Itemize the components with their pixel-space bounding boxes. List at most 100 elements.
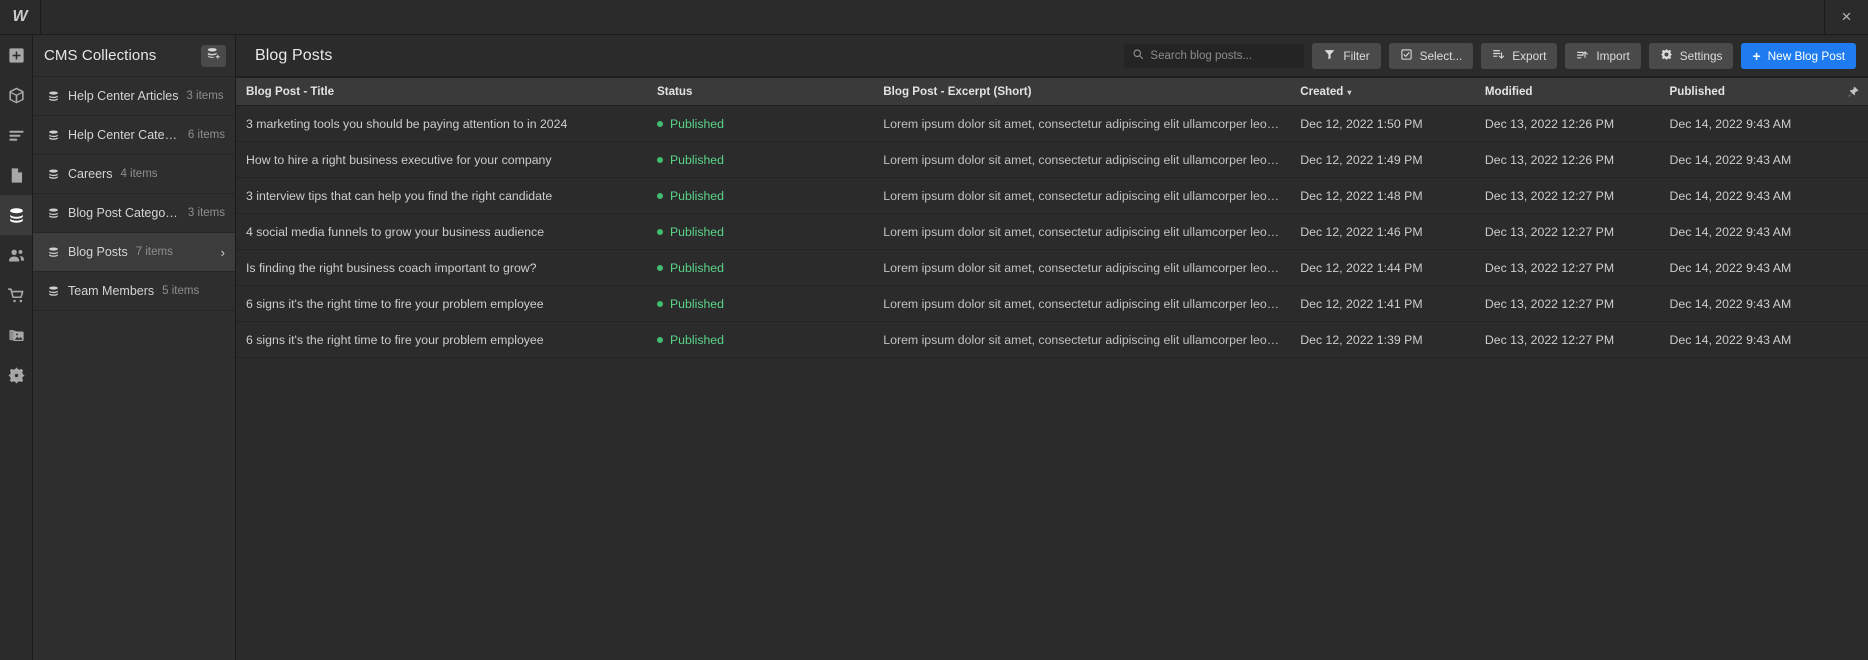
cell-excerpt: Lorem ipsum dolor sit amet, consectetur … <box>873 285 1291 322</box>
collection-item-team-members[interactable]: Team Members 5 items <box>33 272 235 311</box>
column-header-published[interactable]: Published <box>1659 77 1868 106</box>
collections-header: CMS Collections <box>33 35 235 77</box>
collection-item-label: Help Center Articles <box>68 89 179 103</box>
cell-title[interactable]: 4 social media funnels to grow your busi… <box>236 213 647 250</box>
collection-item-careers[interactable]: Careers 4 items <box>33 155 235 194</box>
cube-icon <box>7 86 26 105</box>
close-icon[interactable]: × <box>1824 0 1868 34</box>
rail-item-navigator[interactable] <box>0 115 32 155</box>
add-collection-button[interactable] <box>201 44 226 67</box>
rail-item-users[interactable] <box>0 235 32 275</box>
search-placeholder: Search blog posts... <box>1150 49 1253 62</box>
collection-item-blog-posts[interactable]: Blog Posts 7 items › <box>33 233 235 272</box>
table-row[interactable]: 6 signs it's the right time to fire your… <box>236 321 1868 358</box>
database-icon <box>47 168 60 181</box>
rail-item-pages[interactable] <box>0 155 32 195</box>
new-blog-post-button[interactable]: + New Blog Post <box>1741 42 1856 69</box>
cell-title[interactable]: 6 signs it's the right time to fire your… <box>236 321 647 358</box>
cell-published: Dec 14, 2022 9:43 AM <box>1659 285 1868 322</box>
cell-title[interactable]: 6 signs it's the right time to fire your… <box>236 285 647 322</box>
cell-created: Dec 12, 2022 1:48 PM <box>1290 177 1475 214</box>
collection-item-label: Blog Posts <box>68 245 128 259</box>
database-plus-icon <box>206 46 221 66</box>
cell-modified: Dec 13, 2022 12:27 PM <box>1474 249 1660 286</box>
collection-item-label: Careers <box>68 167 113 181</box>
content-toolbar: Blog Posts Search blog posts... Filter S… <box>236 35 1868 77</box>
rail-item-settings[interactable] <box>0 355 32 395</box>
column-header-created[interactable]: Created ▾ <box>1290 77 1475 106</box>
page-title: Blog Posts <box>255 46 333 64</box>
rail-item-components[interactable] <box>0 75 32 115</box>
collection-item-label: Help Center Categor... <box>68 128 180 142</box>
settings-button[interactable]: Settings <box>1648 42 1734 69</box>
collection-item-help-center-articles[interactable]: Help Center Articles 3 items <box>33 77 235 116</box>
table-row[interactable]: How to hire a right business executive f… <box>236 141 1868 178</box>
app-window: W × CMS Collections Help Center Articles… <box>0 0 1868 660</box>
cell-excerpt: Lorem ipsum dolor sit amet, consectetur … <box>873 213 1291 250</box>
table-empty-area <box>236 358 1868 660</box>
new-blog-post-label: New Blog Post <box>1767 48 1845 63</box>
checkbox-icon <box>1400 48 1413 64</box>
table-body: 3 marketing tools you should be paying a… <box>236 105 1868 358</box>
table-row[interactable]: Is finding the right business coach impo… <box>236 249 1868 286</box>
cell-excerpt: Lorem ipsum dolor sit amet, consectetur … <box>873 321 1291 358</box>
database-icon <box>47 90 60 103</box>
search-icon <box>1132 48 1144 63</box>
cell-status: Published <box>646 105 874 142</box>
select-button[interactable]: Select... <box>1388 42 1474 69</box>
cell-title[interactable]: 3 marketing tools you should be paying a… <box>236 105 647 142</box>
images-icon <box>7 326 26 345</box>
table-row[interactable]: 6 signs it's the right time to fire your… <box>236 285 1868 322</box>
collections-list: Help Center Articles 3 items Help Center C… <box>33 77 235 660</box>
column-header-status[interactable]: Status <box>646 77 874 106</box>
column-header-blog-post-excerpt-short[interactable]: Blog Post - Excerpt (Short) <box>873 77 1291 106</box>
filter-button[interactable]: Filter <box>1312 42 1381 69</box>
collection-item-count: 4 items <box>120 168 158 180</box>
cell-modified: Dec 13, 2022 12:26 PM <box>1474 141 1660 178</box>
import-button-label: Import <box>1596 48 1630 63</box>
status-label: Published <box>669 296 724 311</box>
collection-item-help-center-categor[interactable]: Help Center Categor... 6 items <box>33 116 235 155</box>
cell-modified: Dec 13, 2022 12:27 PM <box>1474 177 1660 214</box>
webflow-logo: W <box>0 0 40 34</box>
database-icon <box>47 246 60 259</box>
database-icon <box>47 129 60 142</box>
export-button[interactable]: Export <box>1481 42 1558 69</box>
status-dot-icon <box>656 337 663 344</box>
plus-icon: + <box>1752 47 1761 64</box>
cell-published: Dec 14, 2022 9:43 AM <box>1659 105 1868 142</box>
cell-published: Dec 14, 2022 9:43 AM <box>1659 177 1868 214</box>
collection-item-count: 6 items <box>187 129 225 141</box>
cms-collections-panel: CMS Collections Help Center Articles 3 it… <box>33 35 236 660</box>
cell-title[interactable]: 3 interview tips that can help you find … <box>236 177 647 214</box>
rail-item-add-panel[interactable] <box>0 35 32 75</box>
rail-item-assets[interactable] <box>0 315 32 355</box>
cell-created: Dec 12, 2022 1:44 PM <box>1290 249 1475 286</box>
search-input[interactable]: Search blog posts... <box>1124 43 1305 68</box>
cell-excerpt: Lorem ipsum dolor sit amet, consectetur … <box>873 105 1291 142</box>
cell-status: Published <box>646 249 874 286</box>
table-row[interactable]: 3 marketing tools you should be paying a… <box>236 105 1868 142</box>
column-header-blog-post-title[interactable]: Blog Post - Title <box>236 77 647 106</box>
cell-title[interactable]: How to hire a right business executive f… <box>236 141 647 178</box>
cell-created: Dec 12, 2022 1:50 PM <box>1290 105 1475 142</box>
cell-status: Published <box>646 213 874 250</box>
table-row[interactable]: 4 social media funnels to grow your busi… <box>236 213 1868 250</box>
status-label: Published <box>669 224 724 239</box>
cell-status: Published <box>646 285 874 322</box>
cart-icon <box>7 286 26 305</box>
table-row[interactable]: 3 interview tips that can help you find … <box>236 177 1868 214</box>
cell-published: Dec 14, 2022 9:43 AM <box>1659 321 1868 358</box>
cell-status: Published <box>646 177 874 214</box>
column-header-label: Created <box>1300 85 1344 98</box>
cell-title[interactable]: Is finding the right business coach impo… <box>236 249 647 286</box>
cell-excerpt: Lorem ipsum dolor sit amet, consectetur … <box>873 177 1291 214</box>
rail-item-cms[interactable] <box>0 195 32 235</box>
column-header-modified[interactable]: Modified <box>1474 77 1660 106</box>
pin-icon[interactable] <box>1847 85 1860 98</box>
collection-item-blog-post-categories[interactable]: Blog Post Categories 3 items <box>33 194 235 233</box>
import-button[interactable]: Import <box>1565 42 1641 69</box>
status-dot-icon <box>656 121 663 128</box>
rail-item-ecommerce[interactable] <box>0 275 32 315</box>
cell-excerpt: Lorem ipsum dolor sit amet, consectetur … <box>873 141 1291 178</box>
